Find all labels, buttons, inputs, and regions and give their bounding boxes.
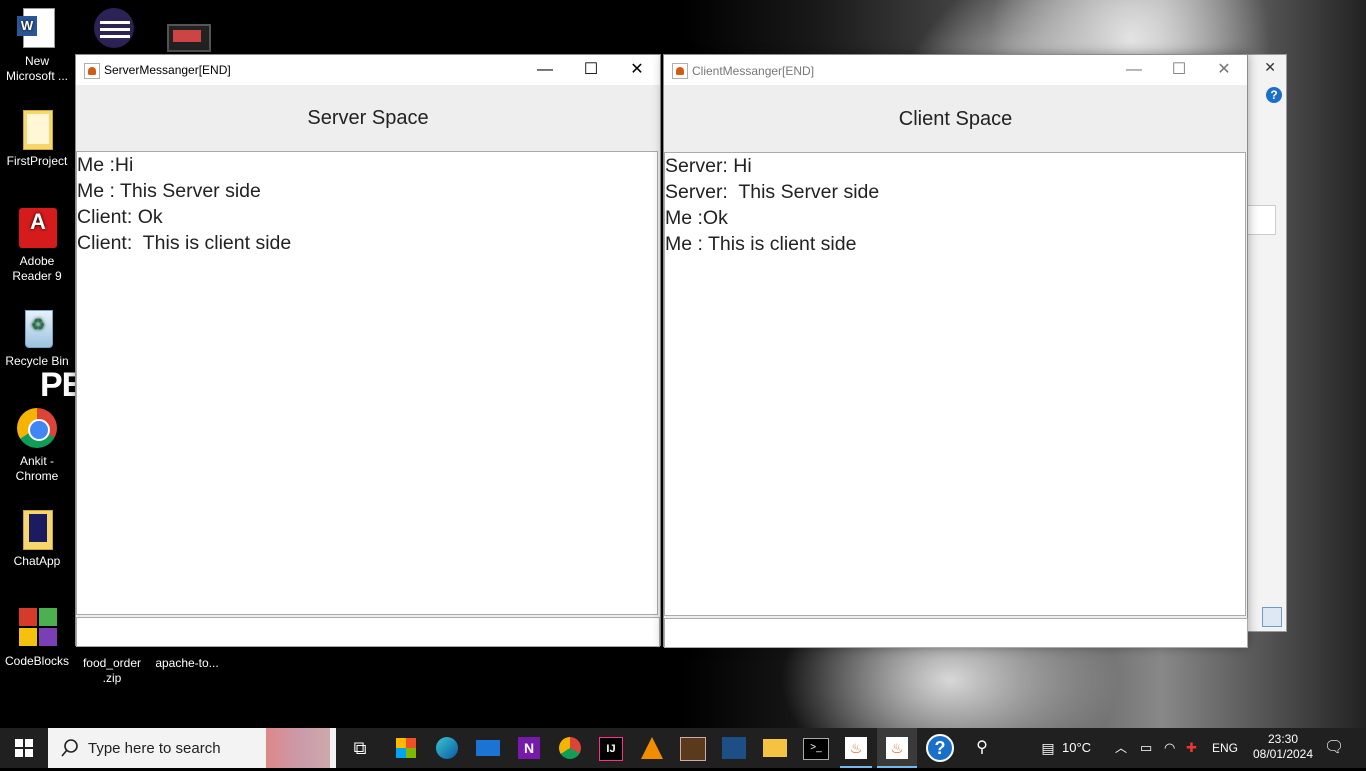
adobe-reader-icon: A [15, 206, 59, 250]
window-title: ClientMessanger[END] [692, 64, 815, 78]
close-button[interactable]: ✕ [614, 55, 660, 85]
desktop-icon-label: New Microsoft ... [5, 54, 68, 83]
codeblocks-icon [15, 606, 59, 650]
notification-center-icon[interactable]: 🗨 [1324, 728, 1344, 768]
java-icon[interactable]: ♨ [836, 728, 876, 768]
chat-message: Me : This is client side [665, 233, 857, 255]
taskbar: Type here to search ⧉ N IJ >_ ♨ ♨ ? ⚲ ▤ … [0, 728, 1366, 768]
intellij-icon[interactable]: IJ [591, 728, 631, 768]
chat-message: Me : This Server side [77, 180, 261, 202]
desktop-icon-label: Ankit - Chrome [15, 454, 59, 483]
minimize-button[interactable]: — [522, 55, 568, 85]
chat-message: Server: Hi [665, 155, 752, 177]
minimize-button[interactable]: — [1111, 55, 1157, 85]
start-button[interactable] [4, 728, 44, 768]
language-indicator[interactable]: ENG [1212, 728, 1238, 768]
mysql-workbench-icon[interactable] [714, 728, 754, 768]
server-chat-area[interactable]: Me :Hi Me : This Server side Client: Ok … [76, 151, 658, 615]
onenote-icon[interactable]: N [509, 728, 549, 768]
chat-message: Me :Ok [665, 207, 728, 229]
chevron-up-icon[interactable]: ︿ [1115, 728, 1127, 768]
desktop-icon-label: Adobe Reader 9 [12, 254, 62, 283]
chat-message: Client: This is client side [77, 232, 292, 254]
terminal-icon[interactable]: >_ [796, 728, 836, 768]
eclipse-icon [90, 6, 134, 50]
background-field [1244, 205, 1276, 235]
java-icon[interactable]: ♨ [877, 728, 917, 768]
chrome-profile-icon [15, 406, 59, 450]
chrome-icon[interactable] [550, 728, 590, 768]
folder-icon [15, 106, 59, 150]
maximize-button[interactable]: ☐ [1156, 55, 1202, 85]
game-icon[interactable] [673, 728, 713, 768]
view-toggle-icon[interactable] [1262, 607, 1282, 627]
clock-date: 08/01/2024 [1252, 747, 1314, 761]
mail-icon[interactable] [468, 728, 508, 768]
weather-temperature[interactable]: 10°C [1062, 728, 1091, 768]
client-chat-area[interactable]: Server: Hi Server: This Server side Me :… [664, 152, 1246, 616]
desktop-icon-adobe-reader[interactable]: A Adobe Reader 9 [0, 206, 74, 284]
desktop-icon-recycle-bin[interactable]: ♻ Recycle Bin [0, 306, 74, 369]
recycle-bin-icon: ♻ [15, 306, 59, 350]
help-icon[interactable]: ? [1266, 87, 1282, 103]
close-button[interactable]: ✕ [1201, 55, 1247, 85]
search-icon [61, 739, 78, 757]
desktop-icon-label: apache-to... [155, 656, 219, 670]
client-titlebar[interactable]: ClientMessanger[END] — ☐ ✕ [664, 55, 1247, 85]
chat-message: Server: This Server side [665, 181, 880, 203]
chat-message: Client: Ok [77, 206, 163, 228]
client-header: Client Space [898, 108, 1013, 130]
desktop-icon-video-file[interactable] [150, 6, 224, 54]
desktop-icon-firstproject[interactable]: FirstProject [0, 106, 74, 169]
desktop-icon-word-document[interactable]: W New Microsoft ... [0, 6, 74, 84]
desktop-icon-label: Recycle Bin [5, 354, 69, 368]
battery-icon[interactable]: ▭ [1140, 728, 1152, 768]
java-icon [84, 63, 100, 79]
client-window[interactable]: ClientMessanger[END] — ☐ ✕ Client Space … [663, 54, 1248, 648]
search-placeholder: Type here to search [88, 740, 221, 757]
server-titlebar[interactable]: ServerMessanger[END] — ☐ ✕ [76, 55, 660, 85]
window-title: ServerMessanger[END] [104, 63, 231, 77]
desktop-icon-codeblocks[interactable]: CodeBlocks [0, 606, 74, 669]
file-explorer-icon[interactable] [755, 728, 795, 768]
help-icon[interactable]: ? [920, 728, 960, 768]
edge-icon[interactable] [427, 728, 467, 768]
wifi-icon[interactable]: ◠ [1164, 728, 1175, 768]
folder-icon [15, 506, 59, 550]
desktop-icon-label: FirstProject [6, 154, 68, 168]
close-icon[interactable]: ✕ [1264, 59, 1276, 76]
search-highlight-image [266, 728, 330, 768]
server-window[interactable]: ServerMessanger[END] — ☐ ✕ Server Space … [75, 54, 661, 647]
system-clock[interactable]: 23:30 08/01/2024 [1248, 732, 1318, 762]
desktop-icon-ankit-chrome[interactable]: Ankit - Chrome [0, 406, 74, 484]
chat-message: Me :Hi [77, 154, 134, 176]
people-icon[interactable]: ⚲ [962, 728, 1002, 768]
desktop-icon-food-order-zip[interactable]: food_order .zip [75, 656, 149, 686]
maximize-button[interactable]: ☐ [568, 55, 614, 85]
desktop-icon-apache-zip[interactable]: apache-to... [150, 656, 224, 671]
windows-icon [15, 739, 33, 757]
client-message-input[interactable] [664, 618, 1248, 648]
desktop-icon-eclipse[interactable] [75, 6, 149, 54]
taskbar-search[interactable]: Type here to search [48, 728, 336, 768]
notification-badge-icon[interactable]: ✚ [1186, 728, 1197, 768]
task-view-icon[interactable]: ⧉ [340, 728, 380, 768]
desktop-icon-label: ChatApp [13, 554, 61, 568]
word-document-icon: W [15, 6, 59, 50]
java-icon [672, 63, 688, 79]
desktop-icon-chatapp[interactable]: ChatApp [0, 506, 74, 569]
server-header: Server Space [307, 107, 429, 129]
store-icon[interactable] [386, 728, 426, 768]
clock-time: 23:30 [1267, 732, 1299, 746]
video-file-icon [165, 6, 211, 52]
desktop-icon-label: CodeBlocks [4, 654, 70, 668]
server-message-input[interactable] [76, 617, 660, 647]
vlc-icon[interactable] [632, 728, 672, 768]
desktop-icon-label: food_order .zip [82, 656, 142, 685]
